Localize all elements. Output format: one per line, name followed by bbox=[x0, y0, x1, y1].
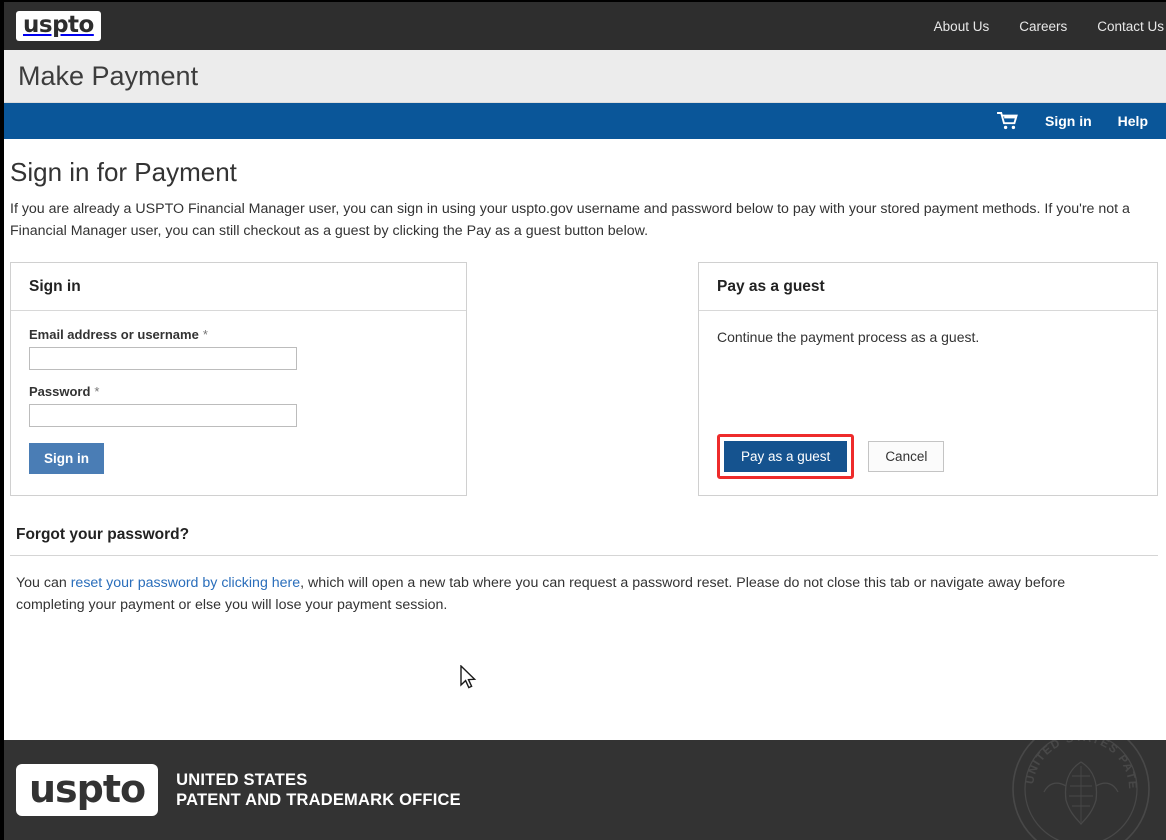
site-header: uspto About Us Careers Contact Us bbox=[4, 2, 1166, 50]
header-nav: About Us Careers Contact Us bbox=[934, 2, 1166, 50]
footer-inner: uspto UNITED STATES PATENT AND TRADEMARK… bbox=[4, 740, 1166, 840]
forgot-password-section: Forgot your password? You can reset your… bbox=[4, 526, 1166, 616]
email-required-asterisk: * bbox=[202, 327, 208, 342]
main-heading: Sign in for Payment bbox=[10, 157, 237, 187]
footer-agency-line1: UNITED STATES bbox=[176, 771, 308, 789]
email-field-label: Email address or username * bbox=[29, 327, 448, 342]
browser-viewport: uspto About Us Careers Contact Us Make P… bbox=[0, 0, 1166, 840]
page-title-band: Make Payment bbox=[4, 50, 1166, 103]
intro-paragraph: If you are already a USPTO Financial Man… bbox=[10, 201, 1130, 239]
guest-card-body: Continue the payment process as a guest.… bbox=[699, 311, 1157, 495]
cancel-button[interactable]: Cancel bbox=[868, 441, 945, 472]
signin-card: Sign in Email address or username * Passw… bbox=[10, 262, 467, 496]
uspto-logo-header[interactable]: uspto bbox=[16, 11, 101, 41]
signin-submit-button[interactable]: Sign in bbox=[29, 443, 104, 474]
main-content: Sign in for Payment If you are already a… bbox=[4, 157, 1166, 496]
signin-card-title: Sign in bbox=[11, 263, 466, 311]
shopping-cart-icon[interactable] bbox=[997, 111, 1019, 131]
forgot-password-divider bbox=[10, 555, 1158, 556]
email-input[interactable] bbox=[29, 347, 297, 370]
mouse-cursor bbox=[460, 665, 477, 689]
site-footer: UNITED STATES PATENT AND TRADEMARK OFFIC… bbox=[4, 740, 1166, 840]
uspto-logo-text: uspto bbox=[23, 12, 94, 38]
footer-agency-line2: PATENT AND TRADEMARK OFFICE bbox=[176, 791, 461, 809]
signin-card-body: Email address or username * Password * Sig… bbox=[11, 311, 466, 495]
password-field-label: Password * bbox=[29, 384, 448, 399]
page-title: Make Payment bbox=[18, 61, 199, 91]
utility-help-link[interactable]: Help bbox=[1118, 113, 1148, 129]
forgot-password-text: You can reset your password by clicking … bbox=[16, 572, 1126, 616]
email-label-text: Email address or username bbox=[29, 327, 199, 342]
password-required-asterisk: * bbox=[94, 384, 100, 399]
forgot-text-before: You can bbox=[16, 575, 71, 591]
guest-card-actions: Pay as a guest Cancel bbox=[717, 434, 945, 479]
cards-row: Sign in Email address or username * Passw… bbox=[10, 262, 1158, 496]
forgot-password-title: Forgot your password? bbox=[16, 526, 190, 543]
password-label-text: Password bbox=[29, 384, 91, 399]
footer-logo-text: uspto bbox=[29, 767, 146, 811]
pay-as-guest-highlight-ring: Pay as a guest bbox=[717, 434, 855, 479]
uspto-logo-footer: uspto bbox=[16, 764, 159, 816]
utility-signin-link[interactable]: Sign in bbox=[1045, 113, 1092, 129]
footer-agency-name: UNITED STATES PATENT AND TRADEMARK OFFIC… bbox=[176, 770, 461, 810]
nav-item-careers[interactable]: Careers bbox=[1019, 19, 1067, 34]
nav-item-contact-us[interactable]: Contact Us bbox=[1097, 19, 1164, 34]
reset-password-link[interactable]: reset your password by clicking here bbox=[71, 575, 300, 591]
password-input[interactable] bbox=[29, 404, 297, 427]
nav-item-about-us[interactable]: About Us bbox=[934, 19, 990, 34]
utility-bar: Sign in Help bbox=[4, 103, 1166, 139]
guest-card: Pay as a guest Continue the payment proc… bbox=[698, 262, 1158, 496]
guest-card-title: Pay as a guest bbox=[699, 263, 1157, 311]
pay-as-a-guest-button[interactable]: Pay as a guest bbox=[724, 441, 848, 472]
guest-description: Continue the payment process as a guest. bbox=[717, 329, 980, 345]
